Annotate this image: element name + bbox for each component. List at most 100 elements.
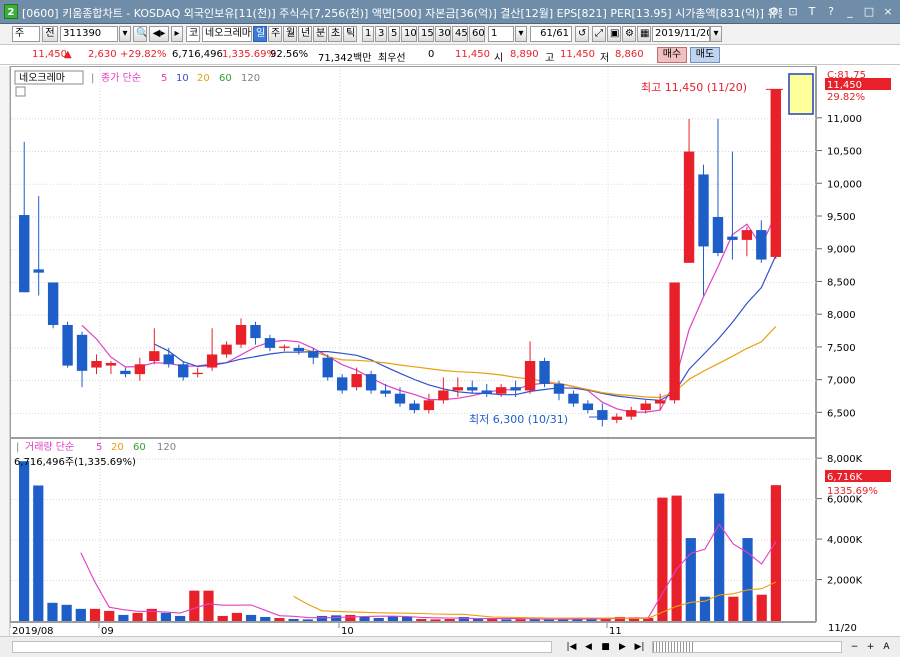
- volume-bar: [458, 616, 469, 621]
- volume-bar: [699, 596, 711, 621]
- volume-bar: [33, 485, 44, 621]
- calendar-icon[interactable]: ▦: [637, 26, 651, 42]
- close-button[interactable]: ×: [880, 4, 896, 19]
- chart-toolbar: 주 전 311390 ▾ 🔍 ◀▸ ▸ 코 네오크레마 일 주 월 년 분 초 …: [0, 24, 900, 45]
- reset-icon[interactable]: ↺: [575, 26, 589, 42]
- price-tick-label: 9,000: [827, 245, 856, 256]
- volume-bar: [288, 618, 299, 621]
- date-picker-icon[interactable]: ▾: [710, 26, 722, 42]
- interval-60[interactable]: 60: [469, 26, 485, 42]
- volume-bar: [132, 612, 143, 621]
- volume-bar: [345, 614, 356, 621]
- auto-scale-button[interactable]: A: [880, 640, 893, 654]
- sound-icon[interactable]: ◀▸: [149, 26, 169, 42]
- candle-body: [120, 370, 131, 375]
- zoom-out-button[interactable]: −: [848, 640, 861, 654]
- code-dropdown-icon[interactable]: ▾: [119, 26, 131, 42]
- tab-second[interactable]: 초: [328, 26, 342, 42]
- date-input[interactable]: 2019/11/20: [652, 26, 710, 42]
- scroll-first-button[interactable]: |◀: [565, 640, 578, 654]
- candle-body: [279, 346, 290, 348]
- tab-day[interactable]: 일: [253, 26, 267, 42]
- help-icon[interactable]: ?: [823, 4, 839, 19]
- type-select[interactable]: 주: [12, 26, 40, 42]
- scroll-next-button[interactable]: ▶: [616, 640, 629, 654]
- volume-bar: [714, 493, 725, 621]
- tab-month[interactable]: 월: [283, 26, 297, 42]
- selection-box[interactable]: [788, 73, 814, 115]
- volume-bar: [146, 608, 157, 621]
- low-label: 저: [600, 53, 610, 64]
- interval-input[interactable]: 1: [488, 26, 514, 42]
- low-annotation: 최저 6,300 (10/31): [469, 413, 568, 426]
- candle-body: [640, 403, 651, 411]
- stock-name-legend: 네오크레마: [19, 72, 65, 84]
- minimize-button[interactable]: _: [842, 4, 858, 19]
- candle-body: [33, 269, 44, 273]
- settings-icon[interactable]: ⚙: [766, 4, 782, 19]
- candle-body: [163, 354, 174, 365]
- volume-bar: [671, 495, 682, 621]
- ma10-line: [154, 255, 777, 401]
- candle-body: [409, 403, 420, 411]
- legend-separator-vol: |: [16, 442, 19, 453]
- date-axis: 2019/08 09 10 11: [9, 622, 816, 637]
- interval-15[interactable]: 15: [418, 26, 434, 42]
- interval-10[interactable]: 10: [401, 26, 417, 42]
- volume-bar: [61, 604, 72, 621]
- gear-icon[interactable]: ⚙: [622, 26, 636, 42]
- sell-button[interactable]: 매도: [690, 47, 720, 63]
- scroll-prev-button[interactable]: ◀: [582, 640, 595, 654]
- save-icon[interactable]: ▣: [607, 26, 621, 42]
- panel-menu-icon[interactable]: [15, 86, 26, 97]
- nav-icon[interactable]: ▸: [171, 26, 183, 42]
- open-price: 8,890: [510, 49, 539, 60]
- stock-code-input[interactable]: 311390: [60, 26, 118, 42]
- buy-button[interactable]: 매수: [657, 47, 687, 63]
- interval-1[interactable]: 1: [362, 26, 374, 42]
- volume-bar: [217, 615, 228, 621]
- interval-3[interactable]: 3: [375, 26, 387, 42]
- volume-chart-svg: | 거래량 단순 5 20 60 120 6,716,496주(1,335.69…: [11, 439, 817, 623]
- interval-30[interactable]: 30: [435, 26, 451, 42]
- pin-icon[interactable]: T: [804, 4, 820, 19]
- search-icon[interactable]: 🔍: [133, 26, 147, 42]
- candle-body: [293, 347, 305, 352]
- tab-week[interactable]: 주: [268, 26, 282, 42]
- volume-bar: [373, 617, 384, 621]
- scroll-stop-button[interactable]: ■: [599, 640, 612, 654]
- candle-body: [134, 364, 146, 375]
- volume-bar: [401, 616, 413, 621]
- price-axis[interactable]: 11,000 10,500 10,000 9,500 9,000 8,500 8,000 7,…: [816, 66, 900, 622]
- zoom-slider-thumb[interactable]: [653, 642, 693, 652]
- ma10-legend: 10: [176, 73, 189, 84]
- volume-chart-panel[interactable]: | 거래량 단순 5 20 60 120 6,716,496주(1,335.69…: [10, 438, 817, 623]
- candle-body: [91, 361, 102, 368]
- scroll-last-button[interactable]: ▶|: [633, 640, 646, 654]
- interval-45[interactable]: 45: [452, 26, 468, 42]
- tab-minute[interactable]: 분: [313, 26, 327, 42]
- volume-bar: [487, 618, 498, 621]
- count-total: /61: [552, 28, 569, 39]
- stock-name-field[interactable]: 네오크레마: [202, 26, 252, 42]
- tab-year[interactable]: 년: [298, 26, 312, 42]
- maximize-button[interactable]: □: [861, 4, 877, 19]
- candle-body: [438, 390, 449, 401]
- price-chart-panel[interactable]: 네오크레마 | 종가 단순 5 10 20 60 120 최고 11,450 (…: [10, 66, 817, 439]
- capture-icon[interactable]: ⊡: [785, 4, 801, 19]
- volume-bar: [189, 590, 200, 621]
- zoom-slider[interactable]: [652, 641, 842, 653]
- count-input[interactable]: 61/61: [530, 26, 572, 42]
- candle-body: [149, 351, 160, 361]
- vol-ma20-legend: 20: [111, 442, 124, 453]
- volume-bar: [18, 461, 30, 621]
- candlesticks: [19, 88, 783, 427]
- interval-5[interactable]: 5: [388, 26, 400, 42]
- tab-tick[interactable]: 틱: [343, 26, 357, 42]
- priority-value: 0: [428, 49, 435, 60]
- trend-tool-icon[interactable]: ⤢: [592, 26, 606, 42]
- zoom-in-button[interactable]: +: [864, 640, 877, 654]
- interval-dropdown-icon[interactable]: ▾: [515, 26, 527, 42]
- scroll-track[interactable]: [12, 641, 552, 653]
- all-button[interactable]: 전: [42, 26, 58, 42]
